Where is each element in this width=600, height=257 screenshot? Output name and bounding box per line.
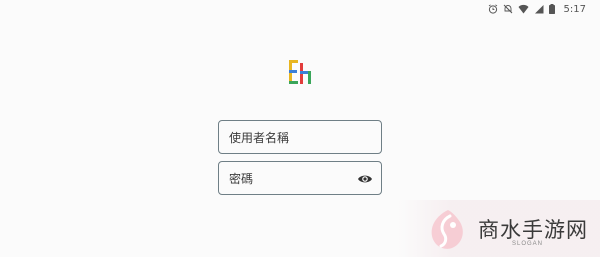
watermark-subtext: SLOGAN <box>512 241 544 247</box>
watermark-text: 商水手游网 <box>478 218 588 242</box>
watermark: 商水手游网 SLOGAN <box>398 200 600 257</box>
eye-icon[interactable] <box>357 171 373 187</box>
status-time: 5:17 <box>563 3 586 15</box>
username-placeholder: 使用者名稱 <box>229 130 290 145</box>
mute-icon <box>503 4 512 14</box>
app-logo-icon <box>289 60 311 84</box>
status-bar: 5:17 <box>0 0 600 18</box>
wifi-icon <box>518 4 529 14</box>
battery-icon <box>548 4 555 14</box>
password-placeholder: 密碼 <box>229 171 254 186</box>
password-field[interactable]: 密碼 <box>218 161 382 195</box>
username-field[interactable]: 使用者名稱 <box>218 120 382 154</box>
watermark-logo-icon <box>431 210 463 249</box>
alarm-icon <box>488 4 497 14</box>
signal-icon <box>534 5 544 14</box>
